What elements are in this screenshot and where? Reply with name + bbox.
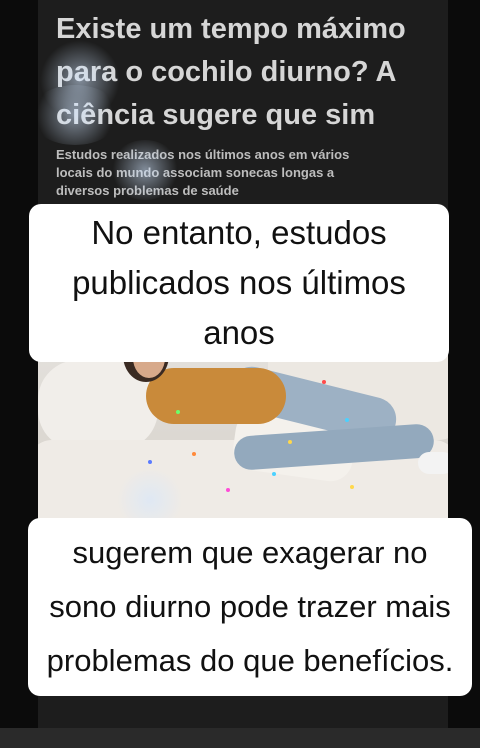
torso-sweater (146, 368, 286, 424)
caption-bottom: sugerem que exagerar no sono diurno pode… (28, 518, 472, 696)
article-subheadline: Estudos realizados nos últimos anos em v… (56, 147, 350, 198)
sparkle-dot (350, 485, 354, 489)
sparkle-dot (226, 488, 230, 492)
story-frame: Existe um tempo máximo para o cochilo di… (0, 0, 480, 748)
sparkle-dot (345, 418, 349, 422)
bottom-bar (0, 728, 480, 748)
sparkle-dot (272, 472, 276, 476)
caption-top: No entanto, estudos publicados nos últim… (29, 204, 449, 362)
sparkle-dot (288, 440, 292, 444)
sparkle-dot (192, 452, 196, 456)
glow-effect (30, 85, 120, 145)
socks (418, 452, 448, 474)
sparkle-dot (148, 460, 152, 464)
glow-effect (110, 140, 180, 200)
sparkle-dot (322, 380, 326, 384)
sparkle-dot (176, 410, 180, 414)
